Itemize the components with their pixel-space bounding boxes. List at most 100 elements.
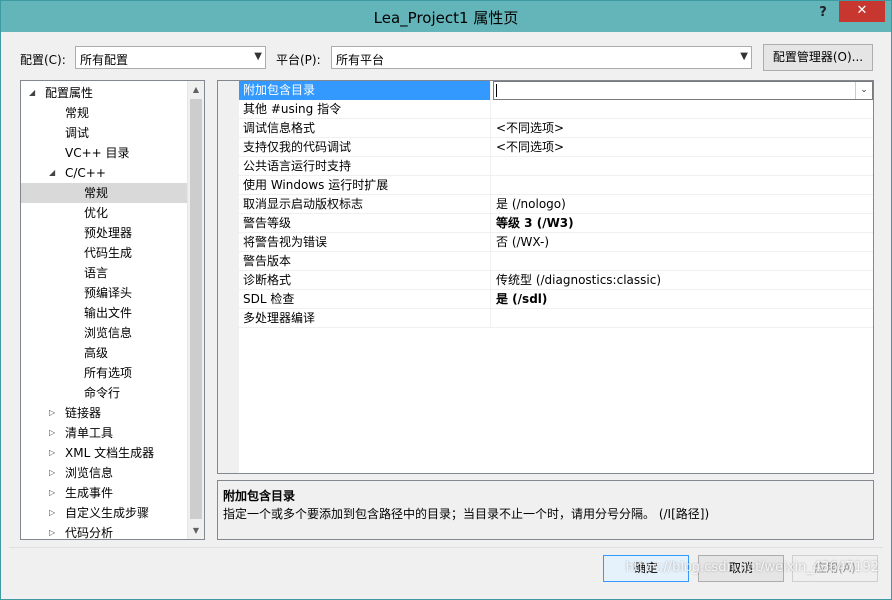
- scroll-up-icon[interactable]: ▲: [188, 81, 204, 98]
- tree-item[interactable]: ▷ XML 文档生成器: [21, 443, 187, 463]
- tree-item[interactable]: 常规: [21, 103, 187, 123]
- tree-item-label: 命令行: [84, 386, 121, 400]
- property-name[interactable]: 取消显示启动版权标志: [239, 195, 491, 214]
- property-name[interactable]: SDL 检查: [239, 290, 491, 309]
- property-name[interactable]: 公共语言运行时支持: [239, 157, 491, 176]
- property-grid: 附加包含目录 ⌄ 其他 #using 指令 调试信息格式 <不同选项> 支持仅我的代码调试…: [217, 80, 874, 474]
- expanded-icon[interactable]: ◢: [49, 163, 61, 183]
- property-row[interactable]: SDL 检查是 (/sdl): [218, 290, 873, 309]
- scroll-down-icon[interactable]: ▼: [188, 522, 204, 539]
- chevron-down-icon[interactable]: ⌄: [855, 82, 872, 99]
- property-value[interactable]: 传统型 (/diagnostics:classic): [496, 271, 872, 290]
- row-gutter: [218, 157, 239, 176]
- property-row[interactable]: 多处理器编译: [218, 309, 873, 328]
- title-bar[interactable]: Lea_Project1 属性页 ? ✕: [1, 1, 891, 32]
- tree-item[interactable]: 命令行: [21, 383, 187, 403]
- property-row[interactable]: 其他 #using 指令: [218, 100, 873, 119]
- property-name[interactable]: 支持仅我的代码调试: [239, 138, 491, 157]
- tree-item-label: 代码分析: [65, 526, 114, 540]
- config-manager-button[interactable]: 配置管理器(O)...: [763, 44, 873, 71]
- tree-item[interactable]: 预编译头: [21, 283, 187, 303]
- tree-item[interactable]: 调试: [21, 123, 187, 143]
- property-name[interactable]: 将警告视为错误: [239, 233, 491, 252]
- collapsed-icon[interactable]: ▷: [49, 443, 61, 463]
- tree-item-label: 所有选项: [84, 366, 133, 380]
- help-button[interactable]: ?: [813, 3, 833, 23]
- property-row[interactable]: 使用 Windows 运行时扩展: [218, 176, 873, 195]
- tree-item-label: 链接器: [65, 406, 102, 420]
- property-name[interactable]: 警告版本: [239, 252, 491, 271]
- tree-item-label: 清单工具: [65, 426, 114, 440]
- property-value[interactable]: [496, 157, 872, 176]
- collapsed-icon[interactable]: ▷: [49, 463, 61, 483]
- chevron-down-icon: ▼: [740, 51, 748, 62]
- property-name[interactable]: 附加包含目录: [239, 81, 491, 100]
- description-panel: 附加包含目录 指定一个或多个要添加到包含路径中的目录；当目录不止一个时，请用分号…: [217, 480, 874, 540]
- property-value[interactable]: [496, 252, 872, 271]
- property-value[interactable]: <不同选项>: [496, 138, 872, 157]
- property-value[interactable]: 是 (/sdl): [496, 290, 872, 309]
- tree-item[interactable]: ▷ 浏览信息: [21, 463, 187, 483]
- tree-item-label: 浏览信息: [84, 326, 133, 340]
- property-row[interactable]: 警告等级 等级 3 (/W3): [218, 214, 873, 233]
- property-name[interactable]: 其他 #using 指令: [239, 100, 491, 119]
- tree-item-label: VC++ 目录: [65, 146, 130, 160]
- property-value[interactable]: 否 (/WX-): [496, 233, 872, 252]
- property-name[interactable]: 调试信息格式: [239, 119, 491, 138]
- property-row[interactable]: 诊断格式 传统型 (/diagnostics:classic): [218, 271, 873, 290]
- tree-item-label: 调试: [65, 126, 90, 140]
- config-value: 所有配置: [80, 53, 129, 67]
- tree-scrollbar[interactable]: ▲ ▼: [187, 81, 204, 539]
- property-row[interactable]: 将警告视为错误否 (/WX-): [218, 233, 873, 252]
- property-name[interactable]: 警告等级: [239, 214, 491, 233]
- tree-item[interactable]: ▷ 链接器: [21, 403, 187, 423]
- tree-item[interactable]: 语言: [21, 263, 187, 283]
- property-value[interactable]: [496, 309, 872, 328]
- collapsed-icon[interactable]: ▷: [49, 423, 61, 443]
- property-row[interactable]: 支持仅我的代码调试 <不同选项>: [218, 138, 873, 157]
- tree-item[interactable]: 常规: [21, 183, 187, 203]
- property-row[interactable]: 公共语言运行时支持: [218, 157, 873, 176]
- property-row[interactable]: 调试信息格式 <不同选项>: [218, 119, 873, 138]
- tree-item-label: 代码生成: [84, 246, 133, 260]
- property-row[interactable]: 警告版本: [218, 252, 873, 271]
- property-value[interactable]: <不同选项>: [496, 119, 872, 138]
- row-gutter: [218, 252, 239, 271]
- tree-item[interactable]: 浏览信息: [21, 323, 187, 343]
- expanded-icon[interactable]: ◢: [29, 83, 41, 103]
- tree-item[interactable]: 输出文件: [21, 303, 187, 323]
- collapsed-icon[interactable]: ▷: [49, 503, 61, 523]
- tree-item[interactable]: ▷ 自定义生成步骤: [21, 503, 187, 523]
- platform-combo[interactable]: 所有平台 ▼: [331, 46, 752, 69]
- scroll-thumb[interactable]: [190, 99, 202, 519]
- property-name[interactable]: 使用 Windows 运行时扩展: [239, 176, 491, 195]
- tree-item[interactable]: ▷ 代码分析: [21, 523, 187, 540]
- row-gutter: [218, 195, 239, 214]
- tree-item[interactable]: ▷ 生成事件: [21, 483, 187, 503]
- tree-item[interactable]: 所有选项: [21, 363, 187, 383]
- property-value[interactable]: 等级 3 (/W3): [496, 214, 872, 233]
- property-value[interactable]: [496, 100, 872, 119]
- property-name[interactable]: 诊断格式: [239, 271, 491, 290]
- tree-item[interactable]: 代码生成: [21, 243, 187, 263]
- property-name[interactable]: 多处理器编译: [239, 309, 491, 328]
- tree-item[interactable]: VC++ 目录: [21, 143, 187, 163]
- tree-item[interactable]: ◢ 配置属性: [21, 83, 187, 103]
- tree-item[interactable]: 优化: [21, 203, 187, 223]
- close-button[interactable]: ✕: [839, 1, 885, 22]
- property-row[interactable]: 附加包含目录 ⌄: [218, 81, 873, 100]
- tree-item[interactable]: 预处理器: [21, 223, 187, 243]
- collapsed-icon[interactable]: ▷: [49, 403, 61, 423]
- property-value-input[interactable]: ⌄: [493, 81, 873, 100]
- property-value[interactable]: 是 (/nologo): [496, 195, 872, 214]
- collapsed-icon[interactable]: ▷: [49, 523, 61, 539]
- tree-item[interactable]: ◢ C/C++: [21, 163, 187, 183]
- property-value[interactable]: [496, 176, 872, 195]
- property-row[interactable]: 取消显示启动版权标志是 (/nologo): [218, 195, 873, 214]
- grid-gutter: [218, 328, 239, 473]
- collapsed-icon[interactable]: ▷: [49, 483, 61, 503]
- config-combo[interactable]: 所有配置 ▼: [75, 46, 266, 69]
- property-tree[interactable]: ▲ ▼ ◢ 配置属性 常规 调试 VC++ 目录 ◢ C/C++ 常规 优化 预处理器 代码生成 语言…: [20, 80, 205, 540]
- tree-item[interactable]: ▷ 清单工具: [21, 423, 187, 443]
- tree-item[interactable]: 高级: [21, 343, 187, 363]
